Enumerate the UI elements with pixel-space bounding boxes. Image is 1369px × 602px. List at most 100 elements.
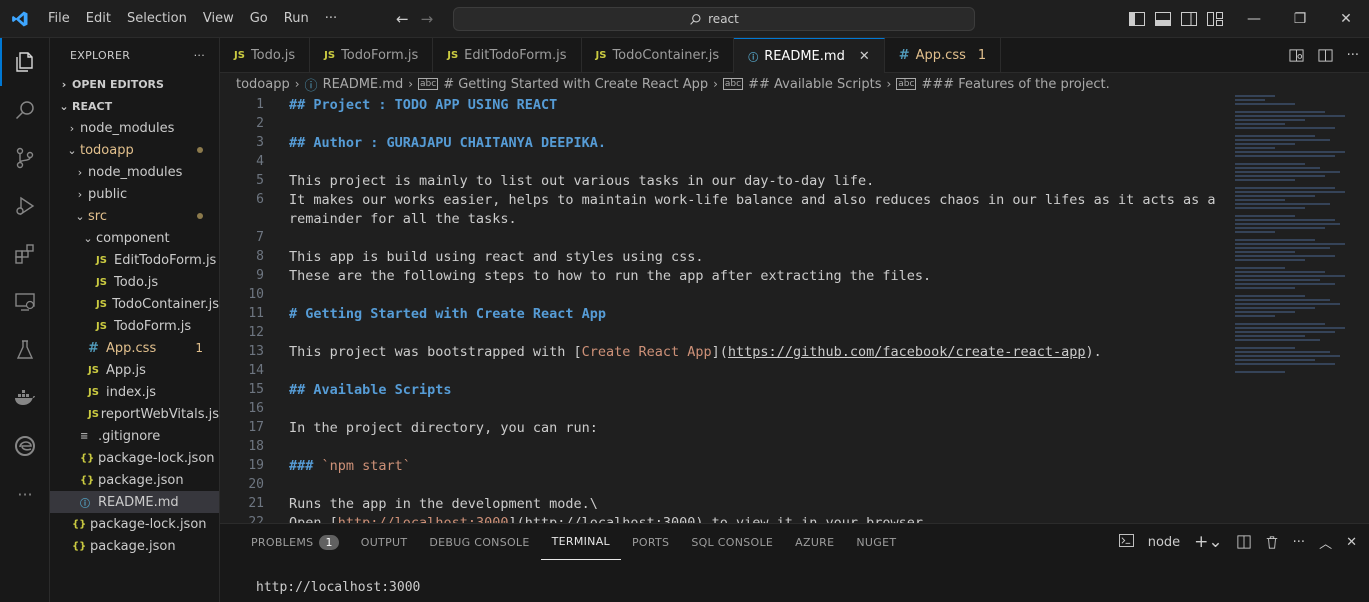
code-line[interactable]: 13 This project was bootstrapped with [Cr…: [220, 342, 1101, 361]
panel-tab[interactable]: TERMINAL: [540, 524, 621, 560]
breadcrumb-item[interactable]: ## Available Scripts: [748, 77, 881, 92]
panel-tab[interactable]: AZURE: [784, 524, 845, 560]
panel-more-icon[interactable]: ···: [1293, 535, 1305, 550]
customize-layout-icon[interactable]: [1202, 0, 1228, 38]
tree-file[interactable]: JS TodoForm.js: [50, 315, 219, 337]
breadcrumb-item[interactable]: ### Features of the project.: [921, 77, 1109, 92]
tree-file[interactable]: ≡ .gitignore: [50, 425, 219, 447]
editor-tab[interactable]: ⓘ README.md ✕: [734, 38, 885, 73]
code-line[interactable]: 6 It makes our works easier, helps to mai…: [220, 190, 1215, 209]
forward-arrow-icon[interactable]: →: [421, 10, 434, 28]
menu-item[interactable]: View: [195, 0, 242, 38]
tree-file[interactable]: JS App.js: [50, 359, 219, 381]
toggle-secondary-sidebar-icon[interactable]: [1176, 0, 1202, 38]
panel-tab[interactable]: SQL CONSOLE: [680, 524, 784, 560]
breadcrumb-item[interactable]: # Getting Started with Create React App: [443, 77, 708, 92]
minimap[interactable]: [1235, 95, 1355, 523]
maximize-panel-icon[interactable]: ︿: [1319, 533, 1332, 552]
code-line[interactable]: 3 ## Author : GURAJAPU CHAITANYA DEEPIKA.: [220, 133, 606, 152]
code-line[interactable]: 19 ### `npm start`: [220, 456, 411, 475]
close-window-icon[interactable]: ✕: [1323, 0, 1369, 38]
menu-item[interactable]: Go: [242, 0, 276, 38]
open-editors-section[interactable]: › OPEN EDITORS: [50, 73, 219, 95]
code-line[interactable]: 14: [220, 361, 264, 380]
editor-tab[interactable]: JS TodoContainer.js: [582, 38, 735, 73]
editor-tab[interactable]: JS Todo.js: [220, 38, 311, 73]
close-panel-icon[interactable]: ✕: [1346, 535, 1357, 550]
panel-tab[interactable]: DEBUG CONSOLE: [418, 524, 540, 560]
close-tab-icon[interactable]: ✕: [859, 49, 870, 64]
code-line[interactable]: 9 These are the following steps to how to…: [220, 266, 931, 285]
workspace-root-section[interactable]: ⌄ REACT: [50, 95, 219, 117]
menu-item[interactable]: Edit: [78, 0, 119, 38]
code-line[interactable]: 5 This project is mainly to list out vari…: [220, 171, 874, 190]
editor-tab[interactable]: JS TodoForm.js: [310, 38, 434, 73]
panel-tab[interactable]: PROBLEMS 1: [240, 524, 350, 560]
tree-folder[interactable]: › node_modules: [50, 117, 219, 139]
command-center-search[interactable]: react: [453, 7, 975, 31]
open-preview-icon[interactable]: [1289, 48, 1304, 63]
run-debug-icon[interactable]: [0, 182, 50, 230]
search-view-icon[interactable]: [0, 86, 50, 134]
tree-file[interactable]: {} package.json: [50, 469, 219, 491]
code-line[interactable]: 15 ## Available Scripts: [220, 380, 451, 399]
explorer-more-icon[interactable]: ···: [194, 49, 205, 62]
tree-folder[interactable]: ⌄ todoapp: [50, 139, 219, 161]
testing-icon[interactable]: [0, 326, 50, 374]
trash-icon[interactable]: [1265, 535, 1279, 549]
code-editor[interactable]: 1 ## Project : TODO APP USING REACT 2 3 ## A…: [220, 95, 1369, 523]
menu-item[interactable]: Run: [276, 0, 317, 38]
editor-tab[interactable]: JS EditTodoForm.js: [433, 38, 582, 73]
tree-file[interactable]: JS index.js: [50, 381, 219, 403]
extensions-icon[interactable]: [0, 230, 50, 278]
docker-icon[interactable]: [0, 374, 50, 422]
terminal-name[interactable]: node: [1148, 535, 1180, 550]
tree-folder[interactable]: › node_modules: [50, 161, 219, 183]
panel-tab[interactable]: PORTS: [621, 524, 680, 560]
code-line[interactable]: 17 In the project directory, you can run:: [220, 418, 598, 437]
tree-folder[interactable]: ⌄ src: [50, 205, 219, 227]
restore-icon[interactable]: ❐: [1277, 0, 1323, 38]
more-actions-icon[interactable]: ···: [1347, 48, 1359, 63]
source-control-icon[interactable]: [0, 134, 50, 182]
menu-item[interactable]: ···: [317, 0, 345, 38]
tree-folder[interactable]: ⌄ component: [50, 227, 219, 249]
tree-file[interactable]: # App.css 1: [50, 337, 219, 359]
menu-item[interactable]: Selection: [119, 0, 195, 38]
menu-item[interactable]: File: [40, 0, 78, 38]
edge-devtools-icon[interactable]: [0, 422, 50, 470]
breadcrumb-item[interactable]: README.md: [323, 77, 404, 92]
tree-file[interactable]: JS reportWebVitals.js: [50, 403, 219, 425]
minimize-icon[interactable]: —: [1231, 0, 1277, 38]
code-line[interactable]: 18: [220, 437, 264, 456]
breadcrumb-item[interactable]: todoapp: [236, 77, 290, 92]
code-line[interactable]: remainder for all the tasks.: [220, 209, 517, 228]
tree-file[interactable]: {} package.json: [50, 535, 219, 557]
new-terminal-icon[interactable]: +⌄: [1194, 532, 1223, 552]
panel-tab[interactable]: OUTPUT: [350, 524, 419, 560]
code-line[interactable]: 12: [220, 323, 264, 342]
more-views-icon[interactable]: ···: [0, 470, 50, 518]
code-line[interactable]: 8 This app is build using react and style…: [220, 247, 703, 266]
tree-file[interactable]: JS EditTodoForm.js: [50, 249, 219, 271]
code-line[interactable]: 4: [220, 152, 264, 171]
code-line[interactable]: 16: [220, 399, 264, 418]
tree-file[interactable]: JS TodoContainer.js: [50, 293, 219, 315]
back-arrow-icon[interactable]: ←: [396, 10, 409, 28]
split-editor-icon[interactable]: [1318, 48, 1333, 63]
code-line[interactable]: 2: [220, 114, 264, 133]
editor-tab[interactable]: # App.css 1: [885, 38, 1002, 73]
code-line[interactable]: 22 Open [http://localhost:3000](http://lo…: [220, 513, 931, 524]
code-line[interactable]: 1 ## Project : TODO APP USING REACT: [220, 95, 557, 114]
code-line[interactable]: 20: [220, 475, 264, 494]
explorer-icon[interactable]: [0, 38, 50, 86]
tree-file[interactable]: ⓘ README.md: [50, 491, 219, 513]
tree-file[interactable]: {} package-lock.json: [50, 447, 219, 469]
remote-explorer-icon[interactable]: [0, 278, 50, 326]
code-line[interactable]: 7: [220, 228, 264, 247]
tree-folder[interactable]: › public: [50, 183, 219, 205]
tree-file[interactable]: JS Todo.js: [50, 271, 219, 293]
toggle-panel-icon[interactable]: [1150, 0, 1176, 38]
panel-tab[interactable]: NUGET: [845, 524, 907, 560]
tree-file[interactable]: {} package-lock.json: [50, 513, 219, 535]
